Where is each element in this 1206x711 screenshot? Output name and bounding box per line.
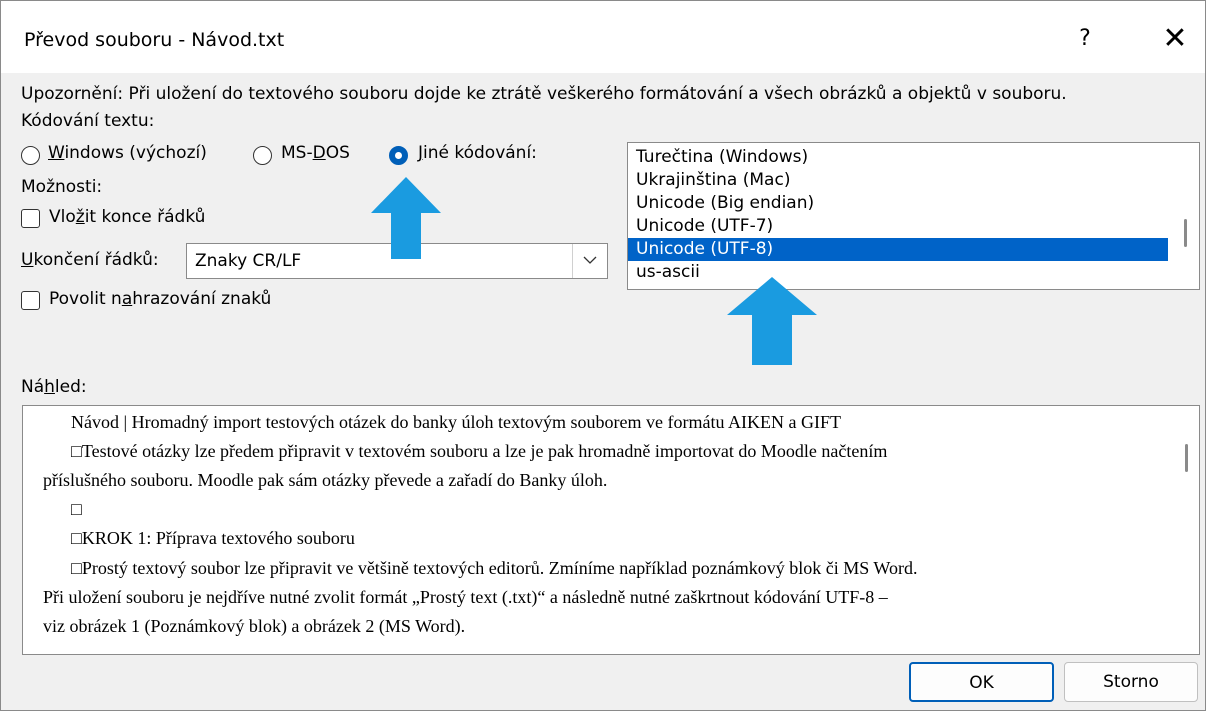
list-item-selected[interactable]: Unicode (UTF-8)	[628, 238, 1168, 261]
help-button[interactable]: ?	[1063, 19, 1107, 59]
preview-line: Při uložení souboru je nejdříve nutné zv…	[43, 587, 888, 607]
options-label: Možnosti:	[21, 177, 103, 197]
close-button[interactable]: ✕	[1153, 19, 1197, 59]
list-item[interactable]: Ukrajinština (Mac)	[628, 169, 1168, 192]
file-conversion-dialog: Převod souboru - Návod.txt ? ✕ Upozorněn…	[0, 0, 1206, 711]
list-item[interactable]: Unicode (UTF-7)	[628, 215, 1168, 238]
preview-line: Návod | Hromadný import testových otázek…	[71, 412, 841, 432]
radio-windows-label[interactable]: Windows (výchozí)	[48, 143, 207, 163]
preview-scrollbar-thumb[interactable]	[1185, 444, 1188, 472]
preview-line: viz obrázek 1 (Poznámkový blok) a obráze…	[43, 616, 466, 636]
radio-other-encoding-label[interactable]: Jiné kódování:	[418, 143, 537, 163]
preview-line: □KROK 1: Příprava textového souboru	[71, 528, 355, 548]
close-icon: ✕	[1162, 21, 1188, 56]
encoding-label: Kódování textu:	[21, 111, 155, 131]
insert-line-breaks-box[interactable]	[21, 209, 40, 228]
radio-msdos-label[interactable]: MS-DOS	[281, 143, 350, 163]
chevron-down-icon	[583, 256, 597, 264]
dropdown-button[interactable]	[572, 244, 607, 278]
warning-text: Upozornění: Při uložení do textového sou…	[21, 84, 1067, 104]
preview-line: □	[71, 499, 82, 519]
line-endings-value: Znaky CR/LF	[195, 251, 302, 271]
preview-label: Náhled:	[21, 377, 87, 397]
preview-line: příslušného souboru. Moodle pak sám otáz…	[43, 470, 608, 490]
line-endings-label: Ukončení řádků:	[21, 250, 159, 270]
title-bar: Převod souboru - Návod.txt ? ✕	[1, 1, 1205, 73]
preview-line: □Testové otázky lze předem připravit v t…	[71, 441, 888, 461]
radio-msdos-circle[interactable]	[253, 146, 272, 165]
insert-line-breaks-label[interactable]: Vložit konce řádků	[49, 207, 205, 227]
list-item[interactable]: Unicode (Big endian)	[628, 192, 1168, 215]
ok-button[interactable]: OK	[909, 662, 1054, 702]
preview-box[interactable]: Návod | Hromadný import testových otázek…	[22, 405, 1200, 655]
encoding-list[interactable]: Turečtina (Windows) Ukrajinština (Mac) U…	[627, 142, 1200, 290]
cancel-button[interactable]: Storno	[1064, 662, 1198, 702]
allow-substitution-label[interactable]: Povolit nahrazování znaků	[49, 289, 271, 309]
annotation-arrow-up-icon	[371, 177, 441, 259]
annotation-arrow-up-icon	[727, 277, 817, 365]
list-item[interactable]: Turečtina (Windows)	[628, 146, 1168, 169]
dialog-title: Převod souboru - Návod.txt	[24, 29, 285, 51]
allow-substitution-box[interactable]	[21, 291, 40, 310]
list-scrollbar-thumb[interactable]	[1184, 219, 1187, 247]
radio-other-encoding-circle[interactable]	[389, 146, 408, 165]
radio-windows-circle[interactable]	[21, 146, 40, 165]
list-item[interactable]: us-ascii	[628, 261, 1168, 284]
preview-line: □Prostý textový soubor lze připravit ve …	[71, 558, 918, 578]
